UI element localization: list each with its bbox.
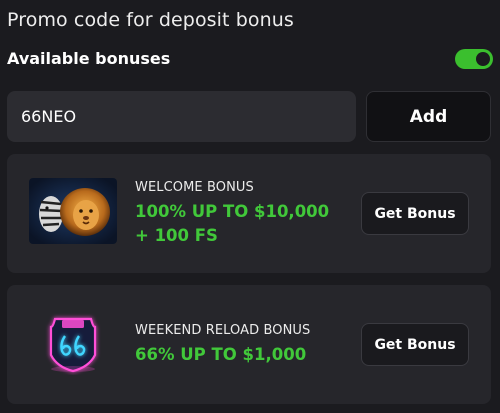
get-bonus-button[interactable]: Get Bonus bbox=[361, 192, 469, 235]
promo-panel: Promo code for deposit bonus Available b… bbox=[0, 0, 500, 413]
page-title: Promo code for deposit bonus bbox=[7, 9, 294, 31]
promo-code-input[interactable] bbox=[7, 91, 356, 142]
bonus-card-weekend-reload: WEEKEND RELOAD BONUS 66% UP TO $1,000 Ge… bbox=[7, 285, 491, 404]
get-bonus-button[interactable]: Get Bonus bbox=[361, 323, 469, 366]
add-promo-button[interactable]: Add bbox=[366, 91, 491, 142]
bonus-offer: 66% UP TO $1,000 bbox=[135, 344, 307, 364]
lions-artwork-icon bbox=[29, 178, 117, 244]
bonus-card-welcome: WELCOME BONUS 100% UP TO $10,000 + 100 F… bbox=[7, 154, 491, 273]
available-bonuses-row: Available bonuses bbox=[7, 47, 493, 71]
available-bonuses-toggle[interactable] bbox=[455, 49, 493, 69]
toggle-knob bbox=[476, 52, 490, 66]
bonus-text: WEEKEND RELOAD BONUS 66% UP TO $1,000 bbox=[135, 285, 345, 404]
bonus-name: WEEKEND RELOAD BONUS bbox=[135, 322, 311, 338]
route-66-neon-sign-icon bbox=[29, 309, 117, 375]
bonus-offer: 100% UP TO $10,000 + 100 FS bbox=[135, 201, 330, 245]
bonus-text: WELCOME BONUS 100% UP TO $10,000 + 100 F… bbox=[135, 154, 345, 273]
available-bonuses-label: Available bonuses bbox=[7, 49, 171, 68]
bonus-name: WELCOME BONUS bbox=[135, 179, 254, 195]
